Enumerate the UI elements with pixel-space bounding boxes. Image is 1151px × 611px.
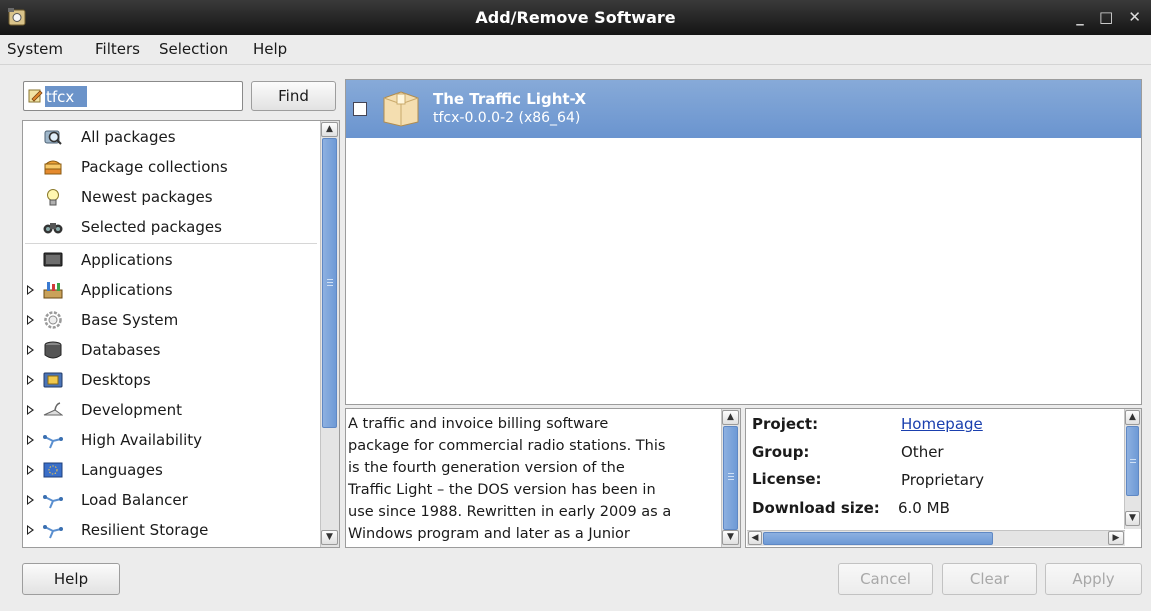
cluster-icon [43, 525, 63, 539]
menu-system[interactable]: System [7, 40, 63, 58]
sidebar-item-label: Desktops [81, 371, 151, 389]
group-label: Group: [752, 443, 810, 461]
sidebar-item-label: All packages [81, 128, 176, 146]
development-icon [43, 402, 63, 416]
package-icon [383, 91, 419, 127]
download-size-value: 6.0 MB [898, 499, 950, 517]
magnifier-icon [44, 130, 62, 145]
package-name: The Traffic Light-X [433, 90, 587, 108]
package-row[interactable]: The Traffic Light-X tfcx-0.0.0-2 (x86_64… [346, 80, 1141, 138]
desktop-icon [43, 372, 63, 388]
description-line: is the fourth generation version of the [348, 460, 625, 476]
description-line: Traffic Light – the DOS version has been… [348, 482, 656, 498]
project-label: Project: [752, 415, 819, 433]
scroll-thumb[interactable] [322, 138, 337, 428]
expander-arrow-icon[interactable] [27, 405, 34, 415]
sidebar-item-label: Selected packages [81, 218, 222, 236]
package-version: tfcx-0.0.0-2 (x86_64) [433, 110, 581, 126]
find-button[interactable]: Find [251, 81, 336, 111]
cluster-icon [43, 495, 63, 509]
scroll-left-button[interactable]: ◀ [748, 531, 762, 545]
database-icon [44, 341, 62, 359]
description-line: Windows program and later as a Junior [348, 526, 630, 542]
scroll-down-button[interactable]: ▼ [722, 530, 739, 545]
expander-arrow-icon[interactable] [27, 285, 34, 295]
flag-icon [43, 462, 63, 478]
gear-icon [44, 311, 62, 329]
expander-arrow-icon[interactable] [27, 315, 34, 325]
sidebar-item-label: Applications [81, 281, 173, 299]
menu-help[interactable]: Help [253, 40, 287, 58]
scroll-up-button[interactable]: ▲ [722, 410, 739, 425]
package-list: The Traffic Light-X tfcx-0.0.0-2 (x86_64… [345, 79, 1142, 405]
sidebar-scrollbar[interactable]: ▲ ▼ [320, 121, 339, 547]
expander-arrow-icon[interactable] [27, 465, 34, 475]
binoculars-icon [43, 223, 63, 234]
sidebar-item-label: Load Balancer [81, 491, 188, 509]
details-horizontal-scrollbar[interactable]: ◀ ▶ [747, 530, 1125, 546]
menu-bar: System Filters Selection Help [0, 35, 1151, 65]
download-size-label: Download size: [752, 499, 880, 517]
homepage-link[interactable]: Homepage [901, 415, 983, 433]
description-pane: A traffic and invoice billing software p… [345, 408, 741, 548]
description-line: A traffic and invoice billing software [348, 416, 609, 432]
description-line: package for commercial radio stations. T… [348, 438, 666, 454]
edit-find-icon [28, 89, 43, 103]
sidebar-separator [25, 243, 317, 244]
sidebar-item-label: Package collections [81, 158, 228, 176]
sidebar-item-label: Applications [81, 251, 173, 269]
app-icon [8, 8, 26, 26]
expander-arrow-icon[interactable] [27, 525, 34, 535]
expander-arrow-icon[interactable] [27, 435, 34, 445]
lightbulb-icon [47, 189, 59, 206]
apply-button[interactable]: Apply [1045, 563, 1142, 595]
window-title: Add/Remove Software [475, 8, 676, 27]
scroll-right-button[interactable]: ▶ [1108, 531, 1124, 545]
menu-filters[interactable]: Filters [95, 40, 140, 58]
category-sidebar: All packages Package collections Newest … [22, 120, 340, 548]
package-description: A traffic and invoice billing software p… [348, 413, 718, 545]
window-controls: _ □ ✕ [1066, 0, 1141, 35]
sidebar-item-label: High Availability [81, 431, 203, 449]
cancel-button[interactable]: Cancel [838, 563, 933, 595]
maximize-button[interactable]: □ [1099, 8, 1113, 26]
sidebar-item-label: Development [81, 401, 182, 419]
package-collection-icon [44, 160, 62, 175]
cluster-icon [43, 435, 63, 449]
scroll-thumb[interactable] [1126, 426, 1139, 496]
help-button[interactable]: Help [22, 563, 120, 595]
monitor-icon [43, 252, 63, 267]
group-value: Other [901, 443, 944, 461]
details-scrollbar[interactable]: ▲ ▼ [1124, 409, 1141, 529]
scroll-down-button[interactable]: ▼ [1125, 511, 1140, 526]
scroll-down-button[interactable]: ▼ [321, 530, 338, 545]
description-scrollbar[interactable]: ▲ ▼ [721, 409, 740, 547]
scroll-up-button[interactable]: ▲ [1125, 410, 1140, 425]
menu-selection[interactable]: Selection [159, 40, 228, 58]
minimize-button[interactable]: _ [1076, 8, 1084, 26]
applications-icon [43, 282, 63, 299]
license-value: Proprietary [901, 471, 984, 489]
search-box[interactable] [23, 81, 243, 111]
sidebar-item-label: Newest packages [81, 188, 213, 206]
sidebar-item-label: Languages [81, 461, 163, 479]
package-checkbox[interactable] [353, 102, 367, 116]
title-bar[interactable]: Add/Remove Software [0, 0, 1151, 35]
details-pane: Project: Homepage Group: Other License: … [745, 408, 1142, 548]
sidebar-item-label: Databases [81, 341, 161, 359]
scroll-thumb[interactable] [763, 532, 993, 545]
sidebar-item-label: Base System [81, 311, 179, 329]
scroll-thumb[interactable] [723, 426, 738, 530]
close-button[interactable]: ✕ [1128, 8, 1141, 26]
scroll-up-button[interactable]: ▲ [321, 122, 338, 137]
search-input[interactable] [44, 86, 238, 108]
sidebar-item-label: Resilient Storage [81, 521, 209, 539]
clear-button[interactable]: Clear [942, 563, 1037, 595]
expander-arrow-icon[interactable] [27, 495, 34, 505]
license-label: License: [752, 470, 822, 488]
expander-arrow-icon[interactable] [27, 375, 34, 385]
expander-arrow-icon[interactable] [27, 345, 34, 355]
description-line: use since 1988. Rewritten in early 2009 … [348, 504, 672, 520]
